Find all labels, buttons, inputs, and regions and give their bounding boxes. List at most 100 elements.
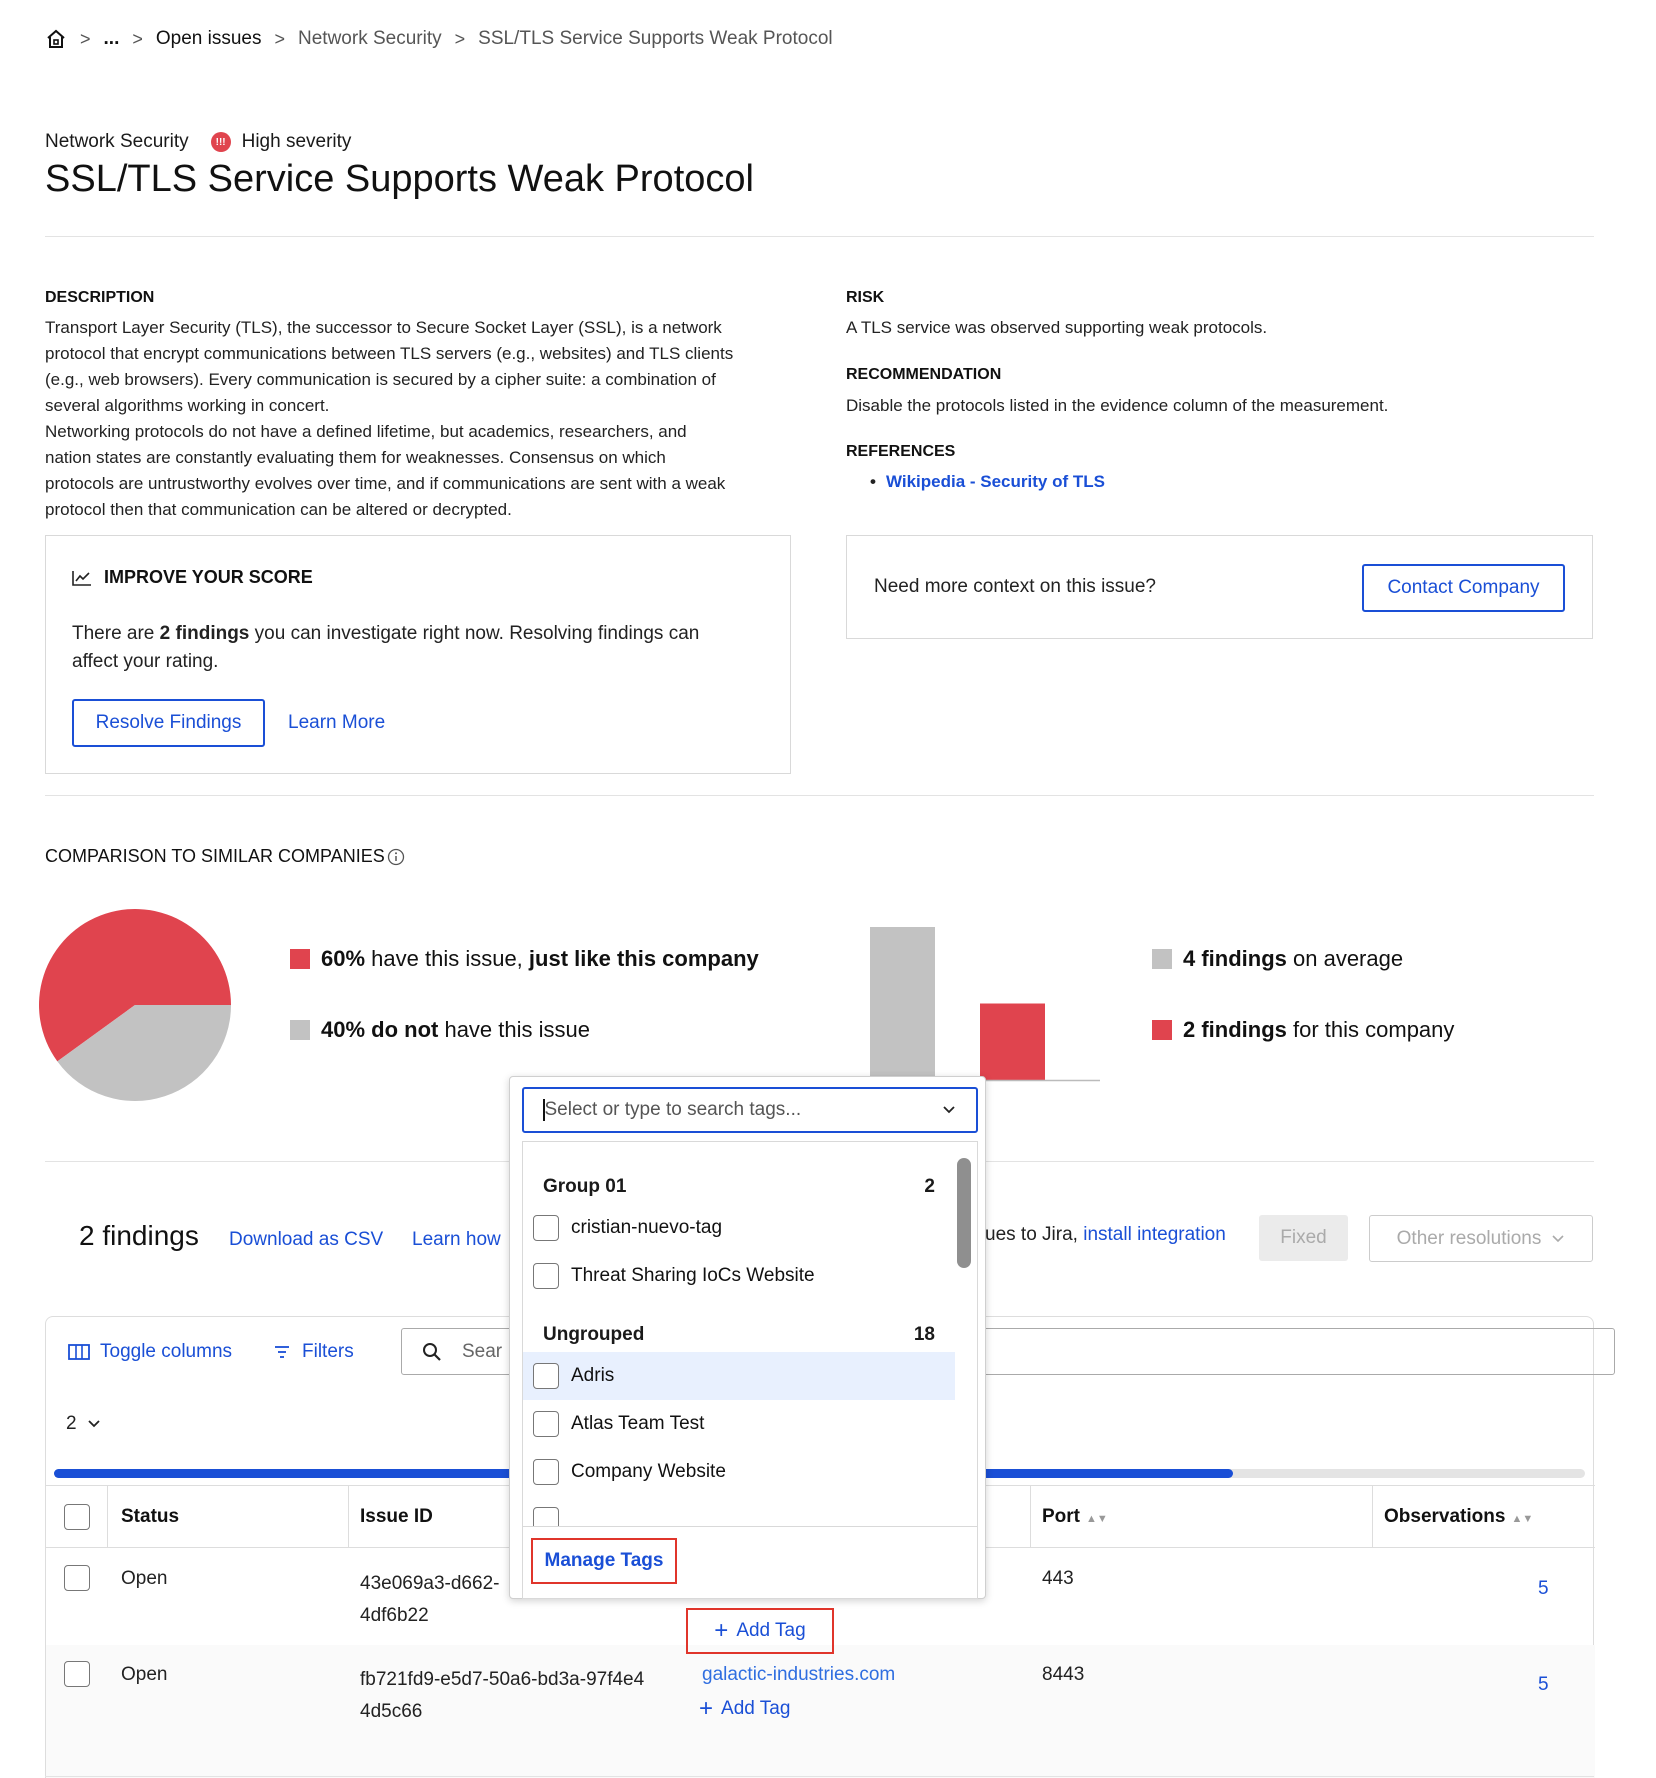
- tag-checkbox[interactable]: [533, 1411, 559, 1437]
- download-csv-link[interactable]: Download as CSV: [229, 1229, 383, 1251]
- page-title: SSL/TLS Service Supports Weak Protocol: [45, 158, 754, 200]
- legend-swatch-gray: [290, 1020, 310, 1040]
- bar-this-company: [980, 1003, 1045, 1080]
- toggle-columns-button[interactable]: Toggle columns: [68, 1341, 232, 1363]
- tag-list-scrollbar[interactable]: [957, 1158, 971, 1268]
- divider: [45, 795, 1594, 796]
- findings-count: 2 findings: [79, 1220, 199, 1251]
- resolve-findings-button[interactable]: Resolve Findings: [72, 699, 265, 747]
- column-observations[interactable]: Observations ▲▼: [1384, 1506, 1533, 1528]
- tag-group-header: Group 01 2: [543, 1176, 935, 1197]
- recommendation-heading: RECOMMENDATION: [846, 366, 1002, 383]
- comparison-bar-chart: [870, 927, 1100, 1082]
- chevron-down-icon: [87, 1419, 101, 1429]
- search-placeholder: Sear: [462, 1340, 503, 1362]
- sort-icon[interactable]: ▲▼: [1511, 1513, 1533, 1525]
- description-text: Transport Layer Security (TLS), the succ…: [45, 318, 734, 519]
- tag-checkbox[interactable]: [533, 1507, 559, 1526]
- reference-item: • Wikipedia - Security of TLS: [870, 472, 1105, 491]
- row-observations-link[interactable]: 5: [1538, 1578, 1549, 1600]
- learn-more-link[interactable]: Learn More: [288, 712, 385, 734]
- manage-tags-link[interactable]: Manage Tags: [531, 1538, 677, 1584]
- row-checkbox[interactable]: [64, 1661, 90, 1687]
- bar-average: [870, 927, 935, 1080]
- info-icon[interactable]: [387, 848, 405, 866]
- breadcrumb-open-issues[interactable]: Open issues: [156, 28, 262, 50]
- page-size-select[interactable]: 2: [66, 1413, 101, 1435]
- legend-average: 4 findings on average: [1152, 946, 1403, 972]
- improve-score-text: There are 2 findings you can investigate…: [72, 623, 700, 672]
- breadcrumb-network-security[interactable]: Network Security: [298, 28, 442, 50]
- filters-button[interactable]: Filters: [274, 1341, 354, 1363]
- improve-score-header: IMPROVE YOUR SCORE: [72, 567, 313, 588]
- jira-text: ues to Jira, install integration: [985, 1224, 1226, 1245]
- tag-search-input[interactable]: Select or type to search tags...: [522, 1087, 978, 1133]
- column-status[interactable]: Status: [121, 1506, 179, 1528]
- add-tag-button[interactable]: + Add Tag: [686, 1608, 834, 1654]
- fixed-button[interactable]: Fixed: [1259, 1215, 1348, 1261]
- risk-heading: RISK: [846, 289, 885, 306]
- tag-option[interactable]: Adris: [523, 1352, 955, 1400]
- tag-checkbox[interactable]: [533, 1263, 559, 1289]
- chevron-right-icon: >: [80, 28, 91, 49]
- learn-how-link[interactable]: Learn how: [412, 1229, 501, 1251]
- chevron-down-icon: [1551, 1234, 1565, 1244]
- legend-company: 2 findings for this company: [1152, 1017, 1454, 1043]
- add-tag-button[interactable]: + Add Tag: [699, 1697, 790, 1721]
- sort-icon[interactable]: ▲▼: [1086, 1513, 1108, 1525]
- row-issue-id: 43e069a3-d662- 4df6b22: [360, 1573, 500, 1626]
- tag-selector-popup: Select or type to search tags... Group 0…: [509, 1076, 986, 1599]
- chevron-right-icon: >: [132, 28, 143, 49]
- row-status: Open: [121, 1568, 168, 1589]
- chevron-right-icon: >: [454, 28, 466, 49]
- risk-text: A TLS service was observed supporting we…: [846, 318, 1268, 337]
- breadcrumb-current: SSL/TLS Service Supports Weak Protocol: [478, 28, 833, 49]
- issue-category: Network Security: [45, 131, 189, 152]
- select-all-checkbox[interactable]: [64, 1504, 90, 1530]
- other-resolutions-dropdown[interactable]: Other resolutions: [1369, 1215, 1593, 1262]
- high-severity-icon: !!!: [210, 132, 231, 152]
- severity-label: High severity: [241, 131, 352, 152]
- description-heading: DESCRIPTION: [45, 289, 155, 306]
- breadcrumb-ellipsis[interactable]: ...: [104, 28, 120, 50]
- tag-option[interactable]: Company Website: [523, 1448, 953, 1496]
- tag-option[interactable]: cristian-nuevo-tag: [523, 1204, 953, 1252]
- row-port: 8443: [1042, 1664, 1085, 1685]
- divider: [45, 236, 1594, 237]
- tag-option[interactable]: Atlas Team Test: [523, 1400, 953, 1448]
- tag-checkbox[interactable]: [533, 1459, 559, 1485]
- row-observations-link[interactable]: 5: [1538, 1674, 1549, 1696]
- recommendation-text: Disable the protocols listed in the evid…: [846, 396, 1389, 415]
- tag-checkbox[interactable]: [533, 1363, 559, 1389]
- reference-link[interactable]: Wikipedia - Security of TLS: [886, 472, 1105, 491]
- tag-option[interactable]: Threat Sharing IoCs Website: [523, 1252, 953, 1300]
- chevron-down-icon[interactable]: [942, 1105, 956, 1115]
- row-asset-link[interactable]: galactic-industries.com: [702, 1664, 895, 1686]
- context-card: Need more context on this issue? Contact…: [846, 535, 1593, 639]
- tag-checkbox[interactable]: [533, 1215, 559, 1241]
- comparison-heading-row: COMPARISON TO SIMILAR COMPANIES: [45, 846, 405, 867]
- install-integration-link[interactable]: install integration: [1083, 1224, 1226, 1245]
- plus-icon: +: [714, 1617, 729, 1644]
- column-issue-id[interactable]: Issue ID: [360, 1506, 433, 1528]
- chevron-right-icon: >: [274, 28, 286, 49]
- filter-icon: [274, 1345, 290, 1359]
- legend-no-issue: 40% do not have this issue: [290, 1017, 590, 1043]
- references-heading: REFERENCES: [846, 443, 956, 460]
- tag-list-scroll[interactable]: Group 01 2 cristian-nuevo-tag Threat Shar…: [523, 1142, 955, 1526]
- tag-search-placeholder: Select or type to search tags...: [544, 1099, 802, 1120]
- column-port[interactable]: Port ▲▼: [1042, 1506, 1108, 1528]
- search-icon: [422, 1342, 442, 1362]
- row-checkbox[interactable]: [64, 1565, 90, 1591]
- tag-list: Group 01 2 cristian-nuevo-tag Threat Shar…: [522, 1141, 978, 1599]
- plus-icon: +: [699, 1695, 714, 1722]
- home-icon[interactable]: [45, 28, 67, 50]
- tag-option[interactable]: [523, 1496, 953, 1526]
- table-row[interactable]: Open fb721fd9-e5d7-50a6-bd3a-97f4e4 4d5c6…: [46, 1645, 1595, 1778]
- contact-company-button[interactable]: Contact Company: [1362, 564, 1565, 612]
- legend-has-issue: 60% have this issue, just like this comp…: [290, 946, 759, 972]
- legend-swatch-red: [290, 949, 310, 969]
- context-question: Need more context on this issue?: [874, 576, 1156, 597]
- issue-meta: Network Security !!! High severity: [45, 131, 351, 153]
- comparison-heading: COMPARISON TO SIMILAR COMPANIES: [45, 846, 385, 866]
